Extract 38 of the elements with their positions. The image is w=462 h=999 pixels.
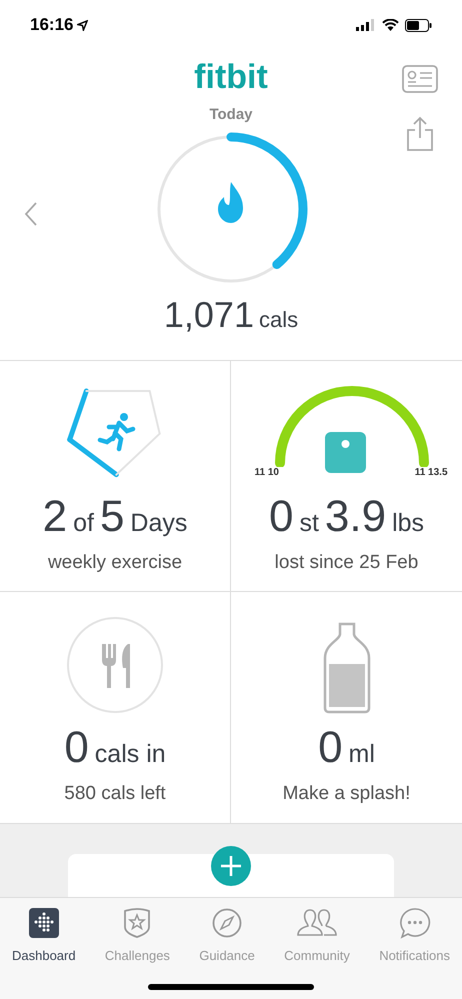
stat-value: 0 ml xyxy=(318,726,375,770)
stat-caption: 580 cals left xyxy=(64,782,166,806)
people-icon xyxy=(296,908,338,938)
flame-icon xyxy=(218,182,243,222)
wifi-icon xyxy=(382,19,399,31)
clock-time: 16:16 xyxy=(30,14,74,36)
stat-value: 2 of 5 Days xyxy=(42,495,188,539)
edit-card[interactable] xyxy=(68,854,394,897)
tab-bar-item[interactable]: Dashboard xyxy=(12,906,76,966)
scale-icon xyxy=(324,432,366,473)
signal-icon xyxy=(356,19,376,31)
stat-value: 0 cals in xyxy=(64,726,166,770)
chat-bubble-icon xyxy=(398,907,431,939)
id-card-icon xyxy=(402,65,438,93)
plus-icon xyxy=(220,855,242,877)
previous-day-button[interactable] xyxy=(24,201,38,227)
dashboard-dots-icon xyxy=(28,908,59,938)
gauge-end-label: 11 13.5 xyxy=(414,466,448,480)
chevron-left-icon xyxy=(24,201,38,227)
date-label: Today xyxy=(209,105,253,125)
running-person-icon xyxy=(98,413,136,452)
compass-icon xyxy=(212,908,242,938)
stat-caption: Make a splash! xyxy=(282,782,410,806)
app-logo: fitbit xyxy=(194,60,268,94)
stat-caption: weekly exercise xyxy=(48,551,182,575)
stat-tile[interactable]: 2 of 5 Days weekly exercise xyxy=(0,361,231,592)
water-bottle-icon xyxy=(322,622,370,714)
share-button[interactable] xyxy=(406,116,434,152)
gauge-start-label: 11 10 xyxy=(254,466,279,480)
profile-card-button[interactable] xyxy=(402,65,438,93)
battery-icon xyxy=(405,18,432,32)
stat-value: 0 st 3.9 lbs xyxy=(268,495,424,539)
location-icon xyxy=(77,20,88,30)
fork-knife-icon xyxy=(66,616,164,714)
calorie-total: 1,071 cals xyxy=(164,296,298,332)
stat-caption: lost since 25 Feb xyxy=(274,551,418,575)
share-icon xyxy=(406,116,434,152)
star-badge-icon xyxy=(122,907,152,939)
